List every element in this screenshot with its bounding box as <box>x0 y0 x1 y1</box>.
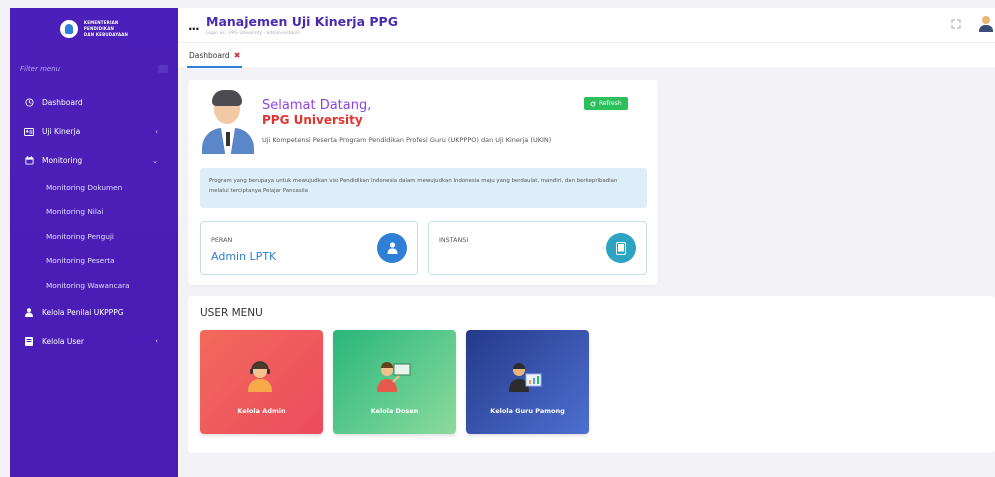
lecturer-board-icon <box>377 362 411 392</box>
logo-line: DAN KEBUDAYAAN <box>83 32 129 37</box>
sidebar-item-dashboard[interactable]: Dashboard <box>10 88 178 117</box>
chevron-left-icon: ‹ <box>155 337 158 345</box>
refresh-button[interactable]: Refresh <box>584 97 628 110</box>
sidebar-item-label: Monitoring <box>42 156 83 165</box>
user-menu-title: USER MENU <box>200 307 263 319</box>
teacher-chart-icon <box>509 363 542 392</box>
kelola-guru-pamong-card[interactable]: Kelola Guru Pamong <box>466 330 589 434</box>
top-header: ... Manajemen Uji Kinerja PPG Login as :… <box>178 8 995 42</box>
welcome-card: Selamat Datang, PPG University Uji Kompe… <box>188 80 658 285</box>
calendar-icon <box>24 156 34 166</box>
sidebar-subitem-label: Monitoring Nilai <box>46 207 104 217</box>
logo-text: KEMENTERIAN PENDIDIKAN DAN KEBUDAYAAN <box>84 20 128 38</box>
menu-toggle-icon[interactable]: ... <box>188 19 200 33</box>
sidebar-subitem-monitoring-dokumen[interactable]: Monitoring Dokumen <box>10 175 178 200</box>
sidebar-item-label: Kelola User <box>42 336 84 346</box>
role-card: PERAN Admin LPTK <box>200 221 418 275</box>
kelola-admin-card[interactable]: Kelola Admin <box>200 330 323 434</box>
avatar <box>200 90 256 154</box>
filter-search-button[interactable] <box>158 65 168 73</box>
welcome-greeting: Selamat Datang, <box>262 98 372 113</box>
role-value: Admin LPTK <box>211 250 277 263</box>
book-icon <box>24 336 34 346</box>
sidebar-subitem-label: Monitoring Penguji <box>46 231 114 241</box>
welcome-description: Uji Kompetensi Peserta Program Pendidika… <box>262 136 552 144</box>
clock-icon <box>24 98 34 108</box>
sidebar: KEMENTERIAN PENDIDIKAN DAN KEBUDAYAAN Fi… <box>10 8 178 477</box>
tab-bar: Dashboard ✖ <box>178 42 995 68</box>
sidebar-item-label: Uji Kinerja <box>42 127 81 136</box>
refresh-icon <box>590 101 596 106</box>
login-info: Login as : PPG University - admin-instan… <box>206 31 300 36</box>
refresh-label: Refresh <box>599 100 622 107</box>
sidebar-subitem-monitoring-wawancara[interactable]: Monitoring Wawancara <box>10 273 178 298</box>
sidebar-item-uji-kinerja[interactable]: Uji Kinerja ‹ <box>10 117 178 146</box>
institution-card: INSTANSI <box>428 221 647 275</box>
tab-label: Dashboard <box>189 51 230 60</box>
kelola-dosen-card[interactable]: Kelola Dosen <box>333 330 456 434</box>
institution-label: INSTANSI <box>439 236 469 244</box>
card-label: Kelola Admin <box>237 407 286 415</box>
tablet-icon <box>606 233 636 263</box>
close-icon[interactable]: ✖ <box>234 51 241 60</box>
welcome-name: PPG University <box>262 113 363 127</box>
sidebar-subitem-monitoring-penguji[interactable]: Monitoring Penguji <box>10 224 178 249</box>
fullscreen-icon[interactable] <box>951 19 961 29</box>
page-title: Manajemen Uji Kinerja PPG <box>206 14 398 29</box>
sidebar-subitem-label: Monitoring Wawancara <box>46 280 130 290</box>
sidebar-item-label: Dashboard <box>42 98 83 107</box>
user-icon <box>377 233 407 263</box>
id-card-icon <box>24 127 34 137</box>
sidebar-subitem-label: Monitoring Peserta <box>46 256 115 266</box>
user-avatar-icon[interactable] <box>979 16 993 32</box>
logo[interactable]: KEMENTERIAN PENDIDIKAN DAN KEBUDAYAAN <box>10 8 178 50</box>
chevron-left-icon: ‹ <box>155 127 158 136</box>
chevron-down-icon: ⌄ <box>152 156 158 165</box>
sidebar-item-label: Kelola Penilai UKPPPG <box>42 307 124 317</box>
tab-dashboard[interactable]: Dashboard ✖ <box>187 51 243 68</box>
filter-menu-input[interactable]: Filter menu <box>16 62 172 76</box>
program-info: Program yang berupaya untuk mewujudkan v… <box>200 168 647 208</box>
card-label: Kelola Guru Pamong <box>490 407 565 415</box>
role-label: PERAN <box>211 236 233 244</box>
filter-placeholder: Filter menu <box>20 65 61 73</box>
sidebar-subitem-monitoring-peserta[interactable]: Monitoring Peserta <box>10 249 178 274</box>
sidebar-item-monitoring[interactable]: Monitoring ⌄ <box>10 146 178 175</box>
sidebar-subitem-monitoring-nilai[interactable]: Monitoring Nilai <box>10 200 178 225</box>
admin-person-icon <box>248 361 272 392</box>
user-icon <box>24 307 34 317</box>
sidebar-item-kelola-user[interactable]: Kelola User ‹ <box>10 327 178 356</box>
user-menu-panel: USER MENU Kelola Admin Kelola Dosen Kelo… <box>188 296 995 453</box>
sidebar-item-kelola-penilai[interactable]: Kelola Penilai UKPPPG <box>10 298 178 327</box>
sidebar-menu: Dashboard Uji Kinerja ‹ Monitoring ⌄ Mon… <box>10 88 178 356</box>
kemdikbud-logo-icon <box>59 20 78 38</box>
card-label: Kelola Dosen <box>370 407 419 415</box>
sidebar-subitem-label: Monitoring Dokumen <box>46 182 123 192</box>
